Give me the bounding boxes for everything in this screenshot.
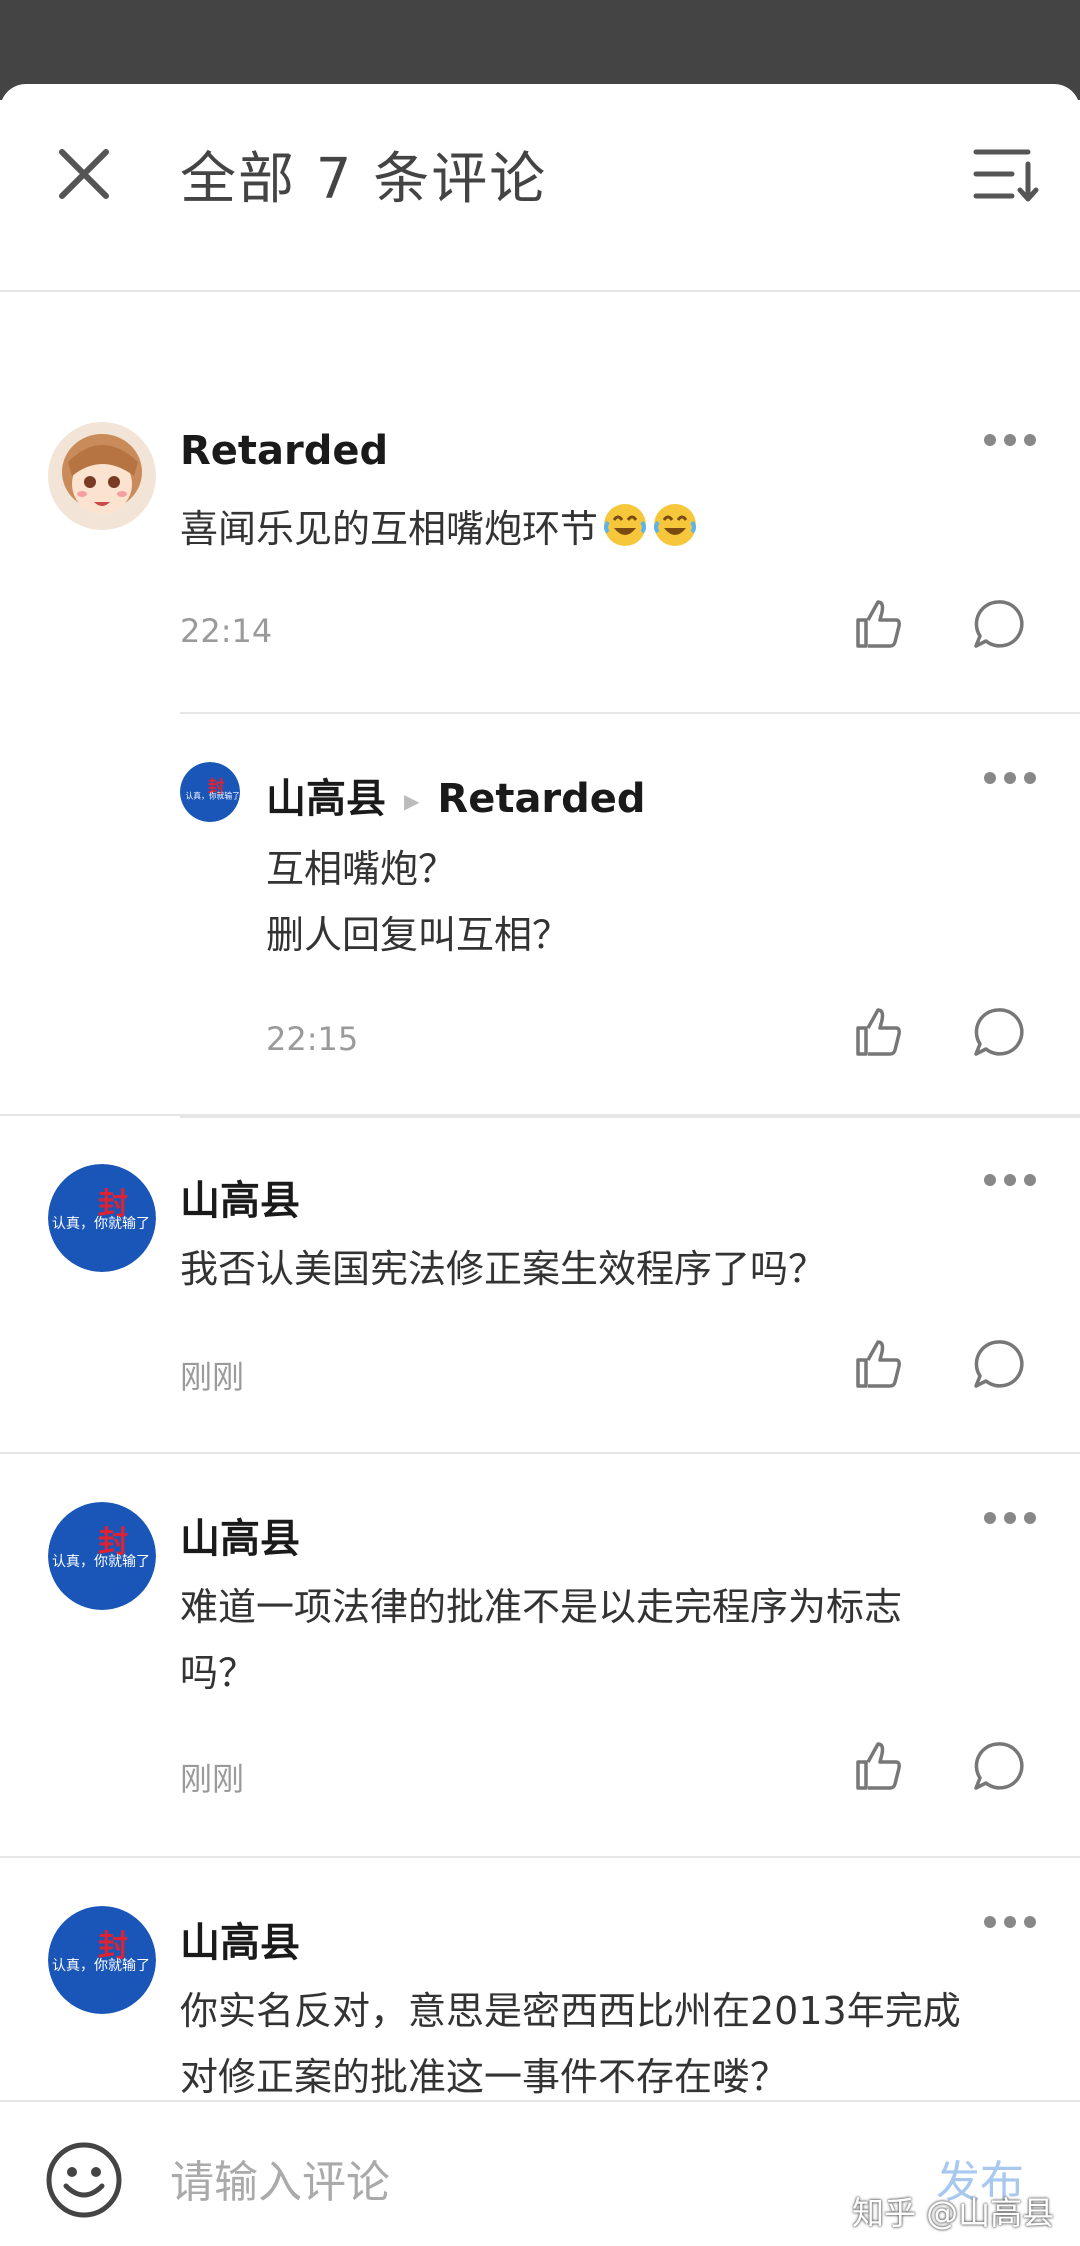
comment-icon[interactable]	[972, 1338, 1024, 1390]
comment-text: 喜闻乐见的互相嘴炮环节	[180, 496, 698, 562]
emoji-icon[interactable]	[44, 2140, 124, 2220]
reply-author: 山高县 ▶ Retarded	[266, 766, 646, 824]
comment-text-content: 喜闻乐见的互相嘴炮环节	[180, 507, 599, 551]
avatar[interactable]: 封认真，你就输了	[180, 762, 240, 822]
comment-item: 封认真，你就输了 山高县 我否认美国宪法修正案生效程序了吗？ 刚刚	[0, 1116, 1080, 1454]
more-icon[interactable]	[982, 1914, 1038, 1930]
thumbs-up-icon[interactable]	[852, 1338, 904, 1390]
comments-header: 全部 7 条评论	[0, 84, 1080, 292]
more-icon[interactable]	[982, 1510, 1038, 1526]
comment-icon[interactable]	[972, 598, 1024, 650]
comment-text-line: 吗？	[180, 1651, 257, 1695]
reply-author-name[interactable]: 山高县	[266, 776, 386, 822]
comment-author[interactable]: 山高县	[180, 1910, 300, 1968]
comment-input[interactable]: 请输入评论	[170, 2146, 390, 2210]
svg-text:认真，你就输了: 认真，你就输了	[52, 1958, 150, 1974]
comments-sheet: 全部 7 条评论 Retarded 喜闻乐见的互相嘴炮环节 22:14 封 认真…	[0, 84, 1080, 2244]
comment-input-bar: 请输入评论 发布 知乎 @山高县	[0, 2100, 1080, 2246]
reply-text: 互相嘴炮？ 删人回复叫互相？	[266, 836, 570, 968]
comment-icon[interactable]	[972, 1006, 1024, 1058]
comment-author[interactable]: Retarded	[180, 428, 388, 474]
svg-text:认真，你就输了: 认真，你就输了	[186, 791, 240, 801]
page-title: 全部 7 条评论	[180, 147, 548, 212]
avatar[interactable]: 封认真，你就输了	[48, 1906, 156, 2014]
reply-text-line: 互相嘴炮？	[266, 847, 457, 891]
comment-text-line: 难道一项法律的批准不是以走完程序为标志	[180, 1585, 903, 1629]
svg-text:认真，你就输了: 认真，你就输了	[52, 1216, 150, 1232]
thumbs-up-icon[interactable]	[852, 1740, 904, 1792]
comment-time: 22:14	[180, 612, 273, 650]
thumbs-up-icon[interactable]	[852, 598, 904, 650]
comment-text: 你实名反对，意思是密西西比州在2013年完成 对修正案的批准这一事件不存在喽？	[180, 1978, 961, 2110]
sort-icon[interactable]	[972, 142, 1040, 206]
watermark: 知乎 @山高县	[852, 2194, 1055, 2232]
comment-item: 封认真，你就输了 山高县 难道一项法律的批准不是以走完程序为标志 吗？ 刚刚	[0, 1454, 1080, 1858]
comment-text: 难道一项法律的批准不是以走完程序为标志 吗？	[180, 1574, 902, 1706]
comment-author[interactable]: 山高县	[180, 1168, 300, 1226]
rofl-emoji-icon	[602, 502, 648, 548]
comment-icon[interactable]	[972, 1740, 1024, 1792]
reply-time: 22:15	[266, 1020, 359, 1058]
comment-item: Retarded 喜闻乐见的互相嘴炮环节 22:14	[0, 292, 1080, 712]
avatar[interactable]: 封认真，你就输了	[48, 1502, 156, 1610]
rofl-emoji-icon	[652, 502, 698, 548]
comment-time: 刚刚	[180, 1760, 245, 1798]
avatar[interactable]	[48, 422, 156, 530]
reply-text-line: 删人回复叫互相？	[266, 913, 571, 957]
close-icon[interactable]	[52, 142, 116, 206]
avatar[interactable]: 封认真，你就输了	[48, 1164, 156, 1272]
svg-text:认真，你就输了: 认真，你就输了	[52, 1554, 150, 1570]
comment-author[interactable]: 山高县	[180, 1506, 300, 1564]
reply-item: 封认真，你就输了 山高县 ▶ Retarded 互相嘴炮？ 删人回复叫互相？ 22:…	[180, 712, 1080, 1118]
comment-text: 我否认美国宪法修正案生效程序了吗？	[180, 1247, 827, 1291]
more-icon[interactable]	[982, 432, 1038, 448]
reply-arrow-icon: ▶	[404, 789, 420, 813]
comment-text-line: 你实名反对，意思是密西西比州在2013年完成	[180, 1989, 961, 2033]
comment-time: 刚刚	[180, 1358, 245, 1396]
more-icon[interactable]	[982, 1172, 1038, 1188]
more-icon[interactable]	[982, 770, 1038, 786]
reply-to-name[interactable]: Retarded	[437, 776, 645, 822]
thumbs-up-icon[interactable]	[852, 1006, 904, 1058]
